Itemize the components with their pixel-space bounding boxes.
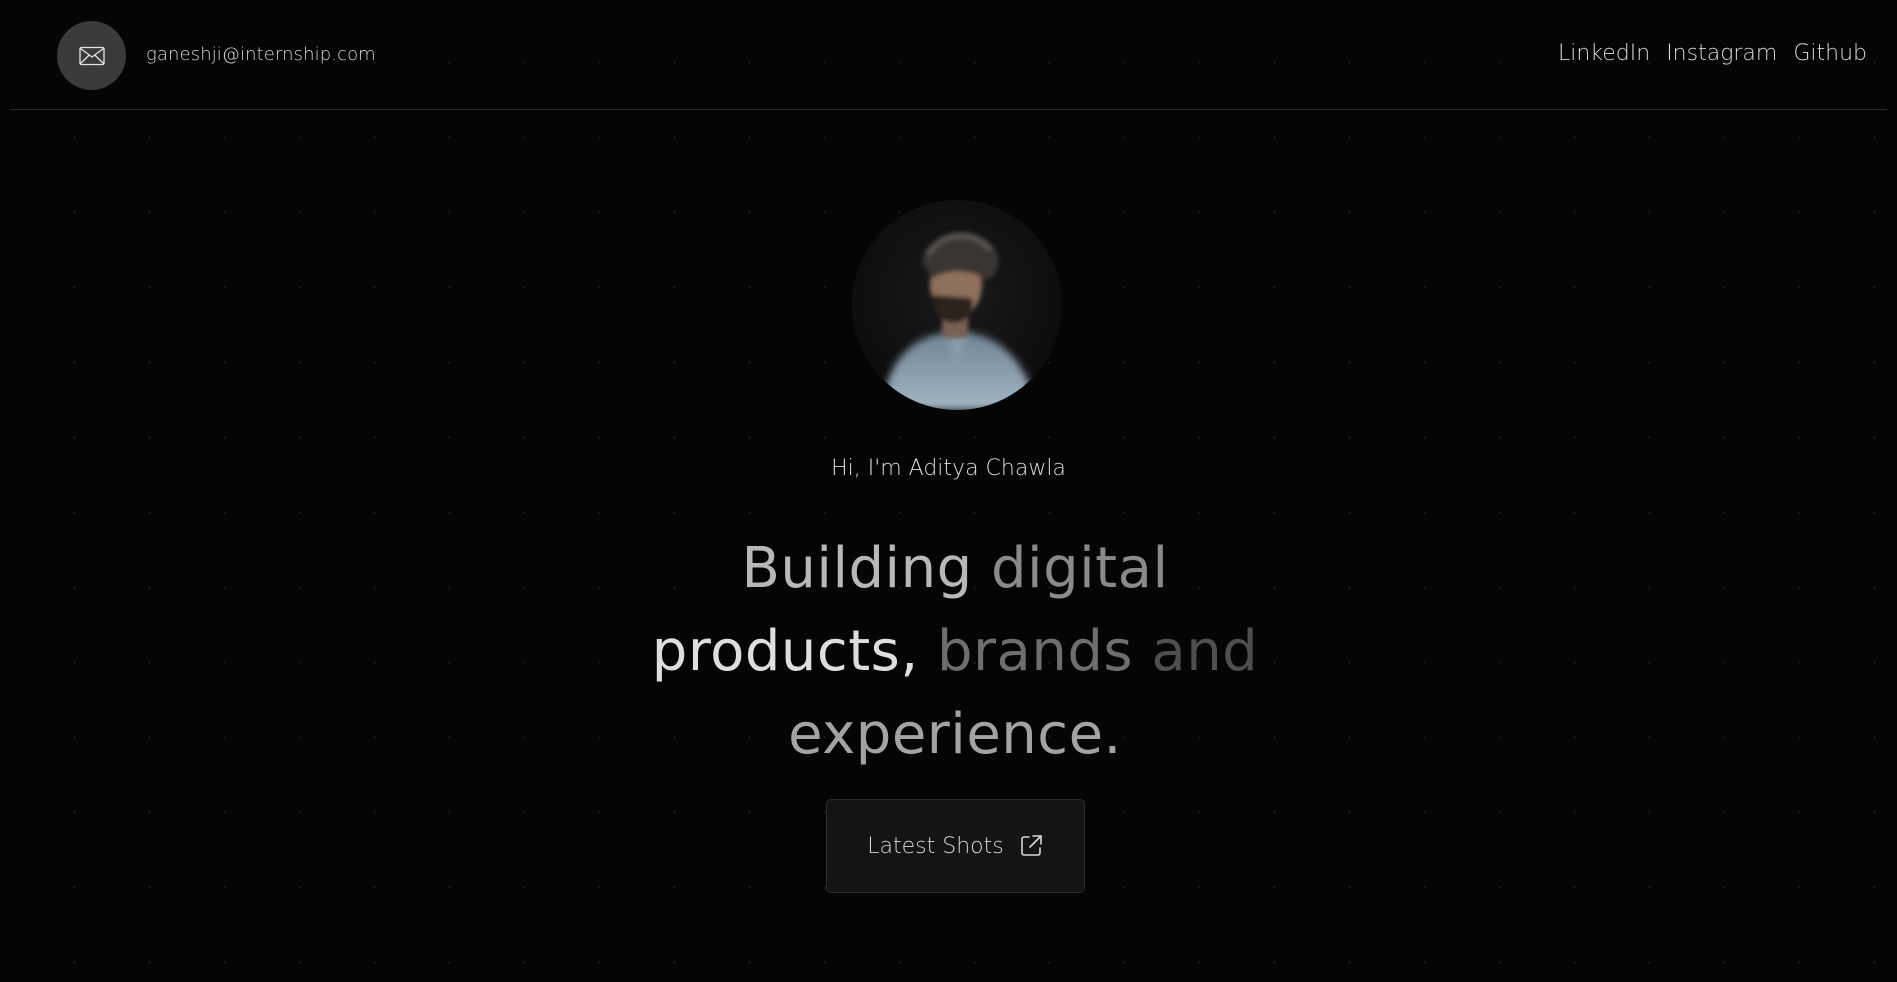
social-nav: LinkedIn Instagram Github [1558,41,1867,66]
headline-word: Building [741,536,973,601]
site-header: ganeshji@internship.com LinkedIn Instagr… [10,0,1887,110]
headline-word: products, [651,619,919,684]
latest-shots-button[interactable]: Latest Shots [826,799,1085,893]
nav-link-instagram[interactable]: Instagram [1666,41,1777,66]
mail-button[interactable] [57,21,126,90]
headline-word: digital [990,536,1169,601]
nav-link-github[interactable]: Github [1793,41,1867,66]
external-link-icon [1018,833,1044,859]
email-link[interactable]: ganeshji@internship.com [146,44,376,65]
headline-word: experience. [788,702,1122,767]
latest-shots-label: Latest Shots [867,833,1004,859]
headline: Building digital products, brands and ex… [560,527,1350,776]
headline-word: and [1151,619,1259,684]
avatar [852,200,1062,410]
envelope-icon [78,46,105,66]
nav-link-linkedin[interactable]: LinkedIn [1558,41,1650,66]
greeting-text: Hi, I'm Aditya Chawla [831,456,1066,481]
headline-word: brands [936,619,1134,684]
